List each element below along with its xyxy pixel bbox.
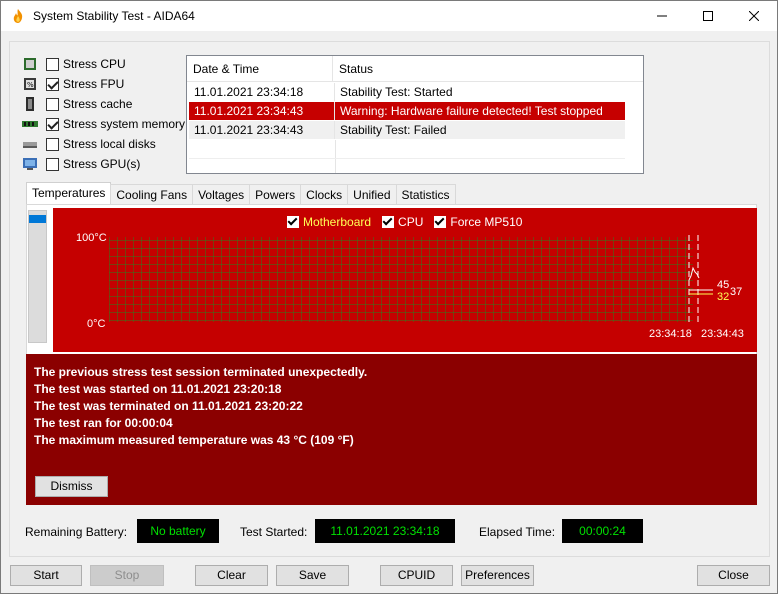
stop-button[interactable]: Stop xyxy=(90,565,164,586)
stress-cache-label: Stress cache xyxy=(63,97,133,111)
cpu-value-label: 45 xyxy=(717,279,730,291)
motherboard-value-label: 32 xyxy=(717,291,730,303)
log-datetime: 11.01.2021 23:34:43 xyxy=(189,102,335,120)
alert-message-line: The test was terminated on 11.01.2021 23… xyxy=(34,399,303,413)
maximize-icon xyxy=(703,11,713,21)
graph-grid xyxy=(109,237,693,322)
battery-label: Remaining Battery: xyxy=(25,525,128,539)
log-column-divider xyxy=(335,140,336,173)
alert-message-line: The previous stress test session termina… xyxy=(34,365,368,379)
option-stress-disks[interactable]: Stress local disks xyxy=(22,136,156,152)
log-datetime: 11.01.2021 23:34:18 xyxy=(189,83,335,101)
status-log-list[interactable]: Date & Time Status 11.01.2021 23:34:18 S… xyxy=(186,55,644,174)
time-start-label: 23:34:18 xyxy=(649,328,692,340)
column-header-datetime[interactable]: Date & Time xyxy=(187,56,333,81)
termination-alert-panel: The previous stress test session termina… xyxy=(26,354,757,505)
elapsed-time-value: 00:00:24 xyxy=(562,519,643,543)
cache-icon xyxy=(26,97,34,111)
tab-powers[interactable]: Powers xyxy=(249,184,302,204)
stability-test-window: System Stability Test - AIDA64 Stress CP… xyxy=(0,0,778,594)
stress-cpu-checkbox[interactable] xyxy=(46,57,59,71)
stress-memory-checkbox[interactable] xyxy=(46,117,59,131)
alert-message-line: The test ran for 00:00:04 xyxy=(34,416,173,430)
start-button[interactable]: Start xyxy=(10,565,82,586)
stress-fpu-checkbox[interactable] xyxy=(46,77,59,91)
stress-disks-checkbox[interactable] xyxy=(46,137,59,151)
graph-scrollbar[interactable] xyxy=(28,210,47,343)
log-row[interactable]: 11.01.2021 23:34:18 Stability Test: Star… xyxy=(189,83,625,101)
log-status: Warning: Hardware failure detected! Test… xyxy=(340,104,603,118)
clear-button[interactable]: Clear xyxy=(195,565,268,586)
disk-value-label: 37 xyxy=(730,286,743,298)
test-started-label: Test Started: xyxy=(240,525,308,539)
column-header-status[interactable]: Status xyxy=(333,56,373,81)
log-status: Stability Test: Failed xyxy=(340,123,447,137)
stress-fpu-label: Stress FPU xyxy=(63,77,125,91)
stress-cache-checkbox[interactable] xyxy=(46,97,59,111)
cpuid-button[interactable]: CPUID xyxy=(380,565,453,586)
cpu-icon xyxy=(24,58,36,70)
tab-clocks[interactable]: Clocks xyxy=(300,184,349,204)
option-stress-fpu[interactable]: % Stress FPU xyxy=(22,76,124,92)
preferences-button[interactable]: Preferences xyxy=(461,565,534,586)
log-row[interactable]: 11.01.2021 23:34:43 Stability Test: Fail… xyxy=(189,121,625,139)
time-end-label: 23:34:43 xyxy=(701,328,744,340)
main-panel: Stress CPU % Stress FPU Stress cache Str… xyxy=(9,41,770,557)
option-stress-cpu[interactable]: Stress CPU xyxy=(22,56,126,72)
tab-statistics[interactable]: Statistics xyxy=(395,184,456,204)
option-stress-cache[interactable]: Stress cache xyxy=(22,96,132,112)
memory-icon xyxy=(22,121,38,127)
elapsed-time-label: Elapsed Time: xyxy=(479,525,556,539)
log-datetime: 11.01.2021 23:34:43 xyxy=(189,121,335,139)
maximize-button[interactable] xyxy=(685,1,731,31)
svg-text:%: % xyxy=(27,81,34,89)
alert-message-line: The test was started on 11.01.2021 23:20… xyxy=(34,382,282,396)
gpu-icon xyxy=(23,158,37,170)
option-stress-gpu[interactable]: Stress GPU(s) xyxy=(22,156,140,172)
stress-gpu-checkbox[interactable] xyxy=(46,157,59,171)
battery-value: No battery xyxy=(137,519,219,543)
tab-cooling-fans[interactable]: Cooling Fans xyxy=(110,184,194,204)
minimize-icon xyxy=(657,15,667,17)
minimize-button[interactable] xyxy=(639,1,685,31)
stress-disks-label: Stress local disks xyxy=(63,137,156,151)
y-axis-max-label: 100°C xyxy=(76,232,107,244)
tab-voltages[interactable]: Voltages xyxy=(192,184,251,204)
close-icon xyxy=(749,11,759,21)
stress-cpu-label: Stress CPU xyxy=(63,57,126,71)
temperature-graph: Motherboard CPU Force MP510 100°C 0°C 23… xyxy=(53,208,757,352)
fpu-icon: % xyxy=(24,78,36,90)
tab-bar: Temperatures Cooling Fans Voltages Power… xyxy=(26,182,456,204)
tab-unified[interactable]: Unified xyxy=(347,184,397,204)
disk-icon xyxy=(23,142,37,148)
y-axis-min-label: 0°C xyxy=(87,318,106,330)
test-started-value: 11.01.2021 23:34:18 xyxy=(315,519,455,543)
title-bar: System Stability Test - AIDA64 xyxy=(1,1,777,31)
stress-memory-label: Stress system memory xyxy=(63,117,186,131)
stress-gpu-label: Stress GPU(s) xyxy=(63,157,141,171)
log-row-divider xyxy=(189,158,625,159)
window-title: System Stability Test - AIDA64 xyxy=(33,9,195,23)
tab-temperatures[interactable]: Temperatures xyxy=(26,182,112,204)
scrollbar-thumb[interactable] xyxy=(29,215,46,223)
log-status: Stability Test: Started xyxy=(340,85,453,99)
close-button[interactable]: Close xyxy=(697,565,770,586)
alert-message-line: The maximum measured temperature was 43 … xyxy=(34,433,354,447)
option-stress-memory[interactable]: Stress system memory xyxy=(22,116,185,132)
log-row-selected[interactable]: 11.01.2021 23:34:43 Warning: Hardware fa… xyxy=(189,102,625,120)
log-header: Date & Time Status xyxy=(187,56,643,82)
aida64-flame-icon xyxy=(13,9,23,23)
close-window-button[interactable] xyxy=(731,1,777,31)
save-button[interactable]: Save xyxy=(276,565,349,586)
dismiss-button[interactable]: Dismiss xyxy=(35,476,108,497)
